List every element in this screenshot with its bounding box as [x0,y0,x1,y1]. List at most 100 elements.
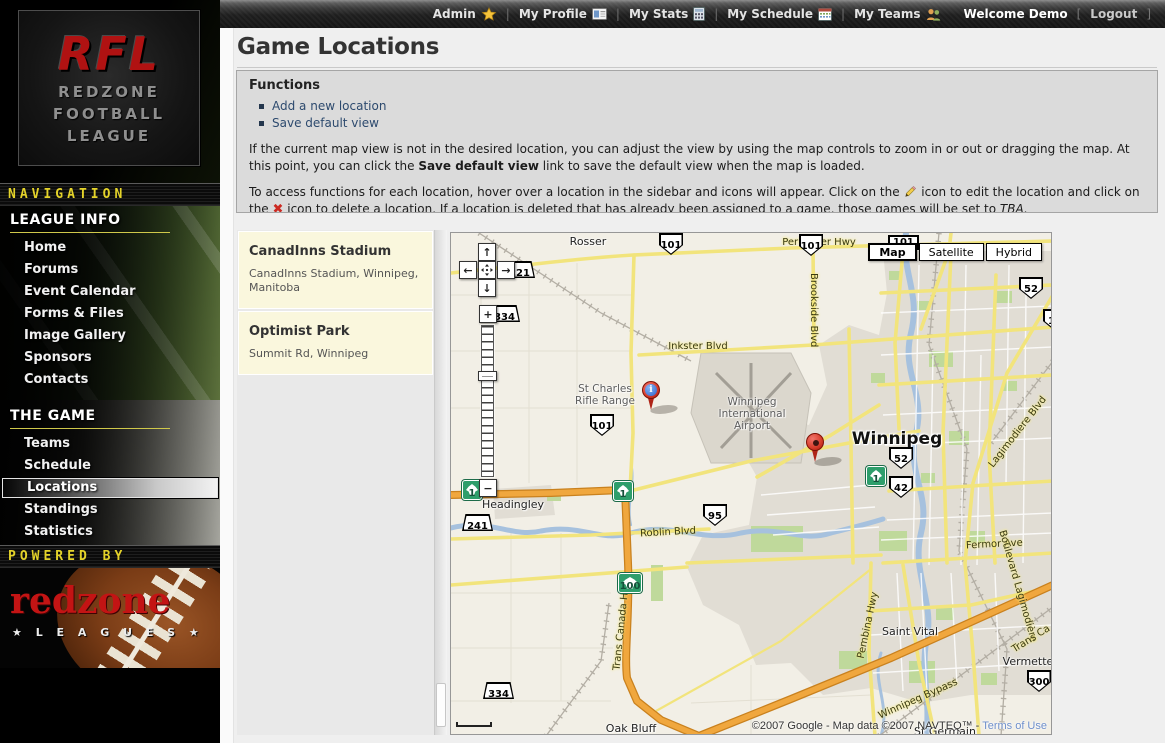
location-card-optimist-park[interactable]: Optimist Park Summit Rd, Winnipeg [238,311,433,375]
location-card-canadinns[interactable]: CanadInns Stadium CanadInns Stadium, Win… [238,231,433,309]
the-game-section: THE GAME Teams Schedule Locations Standi… [0,408,220,543]
sidebar-item-sponsors[interactable]: Sponsors [0,347,220,369]
sidebar-item-home[interactable]: Home [0,237,220,259]
map-label-rosser: Rosser [570,235,607,248]
sidebar-item-contacts[interactable]: Contacts [0,369,220,391]
main-area: Admin | My Profile | My Stats | My Sched… [220,0,1165,743]
map-copyright: ©2007 Google - Map data ©2007 NAVTEQ™ - … [752,720,1047,732]
map-label-oak-bluff: Oak Bluff [606,722,656,735]
map-scale-bar [456,722,492,727]
location-name: CanadInns Stadium [249,244,422,259]
content-area: Game Locations Functions Add a new locat… [220,28,1165,743]
calendar-icon [818,7,832,21]
bullet-square [259,121,264,126]
navigation-banner: NAVIGATION [0,183,220,206]
pan-center-button[interactable] [478,261,496,279]
trans-canada-shield-100: 100 [618,573,642,593]
calculator-icon [693,7,705,21]
topbar: Admin | My Profile | My Stats | My Sched… [220,0,1165,28]
map-type-map-button[interactable]: Map [868,243,916,261]
zoom-slider-track[interactable] [481,325,494,477]
rfl-logo-acronym: RFL [19,27,199,81]
locations-scrollbar-thumb[interactable] [436,683,446,727]
sidebar-item-standings[interactable]: Standings [0,499,220,521]
bullet-square [259,104,264,109]
sidebar-item-forms-files[interactable]: Forms & Files [0,303,220,325]
locations-list-panel: CanadInns Stadium CanadInns Stadium, Win… [237,230,447,735]
map-label-airport: WinnipegInternationalAirport [718,396,785,432]
logout-bracket-close: ] [1146,7,1151,21]
trans-canada-shield-1: 1 [613,481,633,501]
functions-paragraph-1: If the current map view is not in the de… [249,141,1145,175]
title-divider [237,67,1157,68]
content-left-strip [220,28,234,743]
redzone-leagues-logo[interactable]: redzone ★ L E A G U E S ★ [0,568,220,668]
functions-heading: Functions [249,78,1145,93]
map-label-vermette: Vermette [1003,655,1052,668]
pan-up-button[interactable]: ↑ [478,243,496,261]
sidebar-item-statistics[interactable]: Statistics [0,521,220,543]
sidebar-item-schedule[interactable]: Schedule [0,455,220,477]
zoom-out-button[interactable]: − [479,479,497,497]
google-map[interactable]: Rosser Perimeter Hwy Brookside Blvd Inks… [450,232,1052,735]
sidebar-item-event-calendar[interactable]: Event Calendar [0,281,220,303]
map-label-headingley: Headingley [482,498,544,511]
locations-scrollbar-track[interactable] [434,230,447,735]
topbar-my-schedule-link[interactable]: My Schedule [727,7,832,21]
highway-shield-241: 241 [462,514,493,531]
sidebar-item-image-gallery[interactable]: Image Gallery [0,325,220,347]
map-label-winnipeg: Winnipeg [852,429,942,449]
location-name: Optimist Park [249,324,422,339]
map-marker-winnipeg-location[interactable] [805,433,827,467]
add-location-link[interactable]: Add a new location [272,98,386,115]
topbar-separator: | [506,7,510,21]
rfl-logo[interactable]: RFL REDZONE FOOTBALL LEAGUE [18,10,200,166]
tba-emphasis: TBA [1000,202,1024,213]
powered-by-banner: POWERED BY [0,545,220,568]
functions-link-row: Save default view [259,115,1145,132]
map-label-st-charles: St CharlesRifle Range [575,383,635,407]
sidebar-item-locations[interactable]: Locations [2,478,218,498]
save-default-view-link[interactable]: Save default view [272,115,379,132]
functions-link-row: Add a new location [259,98,1145,115]
pan-down-button[interactable]: ↓ [478,279,496,297]
trans-canada-shield-1: 1 [866,466,886,486]
league-info-header: LEAGUE INFO [10,212,170,233]
edit-pencil-icon [903,184,917,198]
sidebar-item-forums[interactable]: Forums [0,259,220,281]
functions-box: Functions Add a new location Save defaul… [236,70,1158,213]
the-game-header: THE GAME [10,408,170,429]
map-label-brookside-blvd: Brookside Blvd [808,273,819,347]
pan-left-button[interactable]: ← [459,261,477,279]
info-icon: i [645,384,657,396]
star-icon [481,7,497,22]
topbar-my-teams-link[interactable]: My Teams [854,7,940,21]
pan-right-button[interactable]: → [497,261,515,279]
topbar-my-profile-link[interactable]: My Profile [519,7,607,21]
topbar-separator: | [714,7,718,21]
topbar-admin-link[interactable]: Admin [433,7,497,22]
people-icon [926,8,941,21]
map-marker-st-charles-info[interactable]: i [641,381,663,415]
page-title: Game Locations [237,34,439,60]
zoom-slider-handle[interactable] [478,371,497,381]
location-address: CanadInns Stadium, Winnipeg, Manitoba [249,267,422,295]
sidebar-item-teams[interactable]: Teams [0,433,220,455]
highway-shield-334: 334 [483,682,514,699]
functions-paragraph-2: To access functions for each location, h… [249,184,1145,213]
terms-of-use-link[interactable]: Terms of Use [982,720,1047,732]
league-info-section: LEAGUE INFO Home Forums Event Calendar F… [0,212,220,391]
rfl-logo-word-3: LEAGUE [19,125,199,147]
topbar-my-stats-link[interactable]: My Stats [629,7,705,21]
map-label-saint-vital: Saint Vital [882,625,938,638]
rfl-logo-word-1: REDZONE [19,81,199,103]
logout-link[interactable]: Logout [1090,7,1137,21]
save-default-view-emphasis: Save default view [418,159,539,173]
logout-bracket-open: [ [1077,7,1082,21]
map-type-satellite-button[interactable]: Satellite [919,243,984,261]
welcome-user-label: Welcome Demo [964,7,1068,21]
rfl-logo-word-2: FOOTBALL [19,103,199,125]
zoom-in-button[interactable]: + [479,305,497,323]
delete-x-icon: ✖ [273,202,284,213]
map-type-hybrid-button[interactable]: Hybrid [986,243,1042,261]
